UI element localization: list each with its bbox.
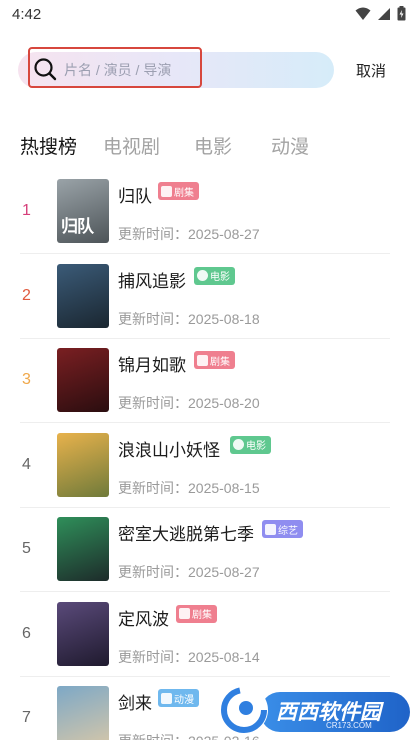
item-title[interactable]: 浪浪山小妖怪 xyxy=(118,436,220,461)
update-time-prefix: 更新时间： xyxy=(118,648,188,665)
list-item[interactable]: 6 定风波 剧集更新时间：2025-08-14 xyxy=(0,593,416,677)
update-time: 更新时间：2025-08-27 xyxy=(118,562,260,582)
update-time: 更新时间：2025-08-14 xyxy=(118,647,260,667)
poster-thumbnail[interactable] xyxy=(57,517,109,581)
update-time-value: 2025-08-27 xyxy=(188,564,260,580)
tab-anime[interactable]: 动漫 xyxy=(271,132,309,159)
list-item[interactable]: 1 归队 归队 剧集 更新时间：2025-08-27 xyxy=(0,170,416,254)
anime-icon xyxy=(161,692,172,704)
category-badge: 剧集 xyxy=(158,182,199,200)
signal-icon xyxy=(378,7,390,20)
poster-thumbnail[interactable] xyxy=(57,432,109,497)
item-title[interactable]: 剑来 xyxy=(118,689,152,714)
poster-thumbnail[interactable] xyxy=(57,263,109,328)
category-badge-label: 动漫 xyxy=(174,694,194,706)
tv-icon xyxy=(161,185,172,197)
update-time: 更新时间：2025-08-18 xyxy=(118,309,260,329)
film-reel-icon xyxy=(233,439,244,450)
rank-number: 5 xyxy=(22,540,31,557)
star-icon xyxy=(265,523,276,535)
cancel-button[interactable]: 取消 xyxy=(356,60,386,81)
list-item[interactable]: 2 捕风追影 电影更新时间：2025-08-18 xyxy=(0,255,416,339)
update-time: 更新时间：2025-08-15 xyxy=(118,478,260,498)
rank-number: 7 xyxy=(22,709,31,726)
tab-hot-search[interactable]: 热搜榜 xyxy=(20,132,77,159)
update-time-prefix: 更新时间： xyxy=(118,733,188,740)
search-focus-outline xyxy=(28,47,202,88)
poster-thumbnail[interactable] xyxy=(57,686,109,740)
category-badge-label: 综艺 xyxy=(278,525,298,537)
film-reel-icon xyxy=(197,270,208,281)
category-badge: 电影 xyxy=(230,435,271,454)
rank-number: 3 xyxy=(22,371,31,388)
category-badge-label: 电影 xyxy=(246,441,266,452)
update-time-prefix: 更新时间： xyxy=(118,564,188,580)
category-badge: 剧集 xyxy=(176,604,217,623)
category-badge: 电影 xyxy=(194,266,235,285)
poster-thumbnail[interactable] xyxy=(57,348,109,412)
item-title[interactable]: 捕风追影 xyxy=(118,267,186,292)
tab-tv-series[interactable]: 电视剧 xyxy=(103,132,160,159)
update-time-value: 2025-08-15 xyxy=(188,479,260,496)
status-time: 4:42 xyxy=(12,6,42,23)
tv-icon xyxy=(197,354,208,366)
status-bar: 4:42 xyxy=(0,0,416,30)
poster-thumbnail[interactable]: 归队 xyxy=(57,179,109,243)
update-time-value: 2025-08-14 xyxy=(188,648,260,665)
tab-movies[interactable]: 电影 xyxy=(194,132,232,159)
item-title[interactable]: 密室大逃脱第七季 xyxy=(118,520,254,545)
list-item[interactable]: 4 浪浪山小妖怪 电影更新时间：2025-08-15 xyxy=(0,424,416,508)
rank-number: 4 xyxy=(22,455,31,473)
category-badge-label: 剧集 xyxy=(174,187,194,199)
category-badge-label: 剧集 xyxy=(210,356,230,368)
poster-thumbnail[interactable] xyxy=(57,601,109,666)
wifi-icon xyxy=(355,7,371,20)
rank-number: 6 xyxy=(22,624,31,642)
update-time: 更新时间：2025-08-20 xyxy=(118,393,260,413)
update-time-prefix: 更新时间： xyxy=(118,226,188,242)
category-badge-label: 电影 xyxy=(210,272,230,283)
category-badge-label: 剧集 xyxy=(192,610,212,621)
poster-title-art: 归队 xyxy=(61,217,94,237)
update-time-value: 2025-08-18 xyxy=(188,310,260,327)
rank-number: 2 xyxy=(22,286,31,304)
update-time-value: 2025-08-20 xyxy=(188,395,260,411)
watermark-subtext: CR173.COM xyxy=(326,721,372,730)
category-badge: 动漫 xyxy=(158,689,199,707)
list-item[interactable]: 5 密室大逃脱第七季 综艺更新时间：2025-08-27 xyxy=(0,508,416,592)
item-title[interactable]: 定风波 xyxy=(118,605,169,630)
update-time-prefix: 更新时间： xyxy=(118,395,188,411)
battery-icon xyxy=(397,6,406,21)
status-icons xyxy=(355,6,406,21)
update-time-prefix: 更新时间： xyxy=(118,310,188,327)
watermark-logo: 西西软件园 CR173.COM xyxy=(216,684,412,736)
list-item[interactable]: 3 锦月如歌 剧集更新时间：2025-08-20 xyxy=(0,339,416,423)
item-title[interactable]: 锦月如歌 xyxy=(118,351,186,376)
category-badge: 综艺 xyxy=(262,520,303,538)
tv-icon xyxy=(179,608,190,619)
update-time-prefix: 更新时间： xyxy=(118,479,188,496)
update-time-value: 2025-08-27 xyxy=(188,226,260,242)
category-tabs: 热搜榜 电视剧 电影 动漫 xyxy=(0,126,416,166)
update-time: 更新时间：2025-08-27 xyxy=(118,224,260,244)
item-title[interactable]: 归队 xyxy=(118,182,152,207)
rank-number: 1 xyxy=(22,202,31,219)
category-badge: 剧集 xyxy=(194,351,235,369)
